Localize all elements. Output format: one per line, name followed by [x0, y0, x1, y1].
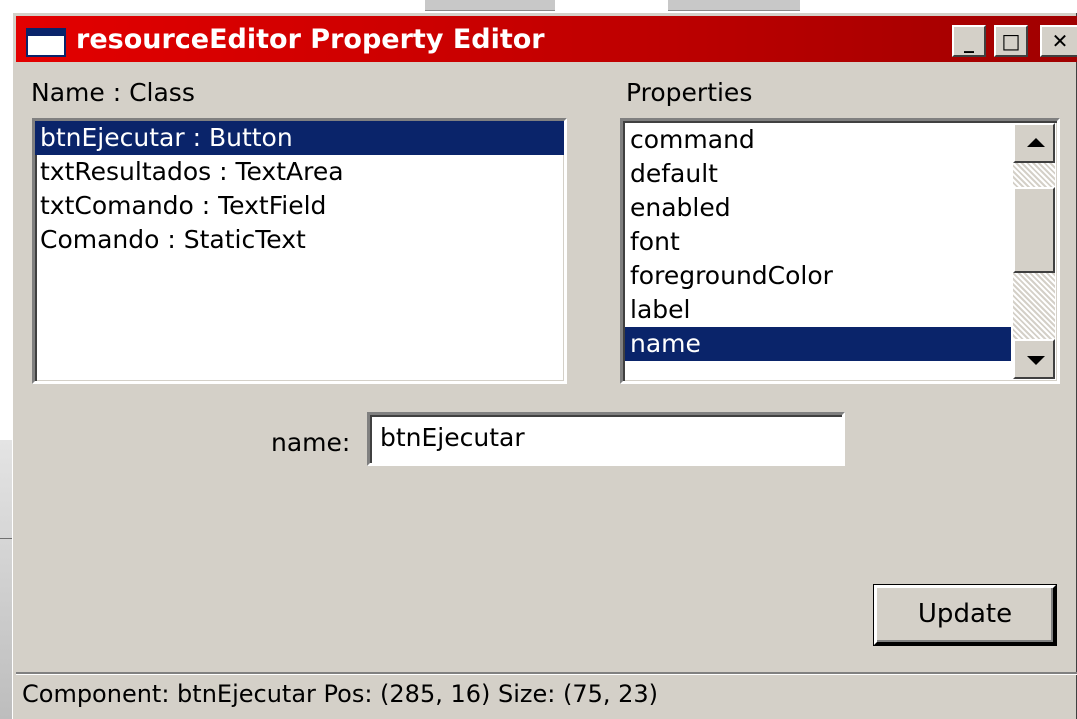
scroll-up-icon	[1027, 138, 1045, 147]
properties-list-item[interactable]: label	[625, 293, 1011, 327]
properties-list[interactable]: command default enabled font foregroundC…	[620, 118, 1060, 384]
title-bar[interactable]: resourceEditor Property Editor _ □ ✕	[16, 16, 1077, 62]
properties-scrollbar[interactable]	[1013, 123, 1055, 379]
scroll-up-button[interactable]	[1013, 123, 1055, 163]
scroll-down-button[interactable]	[1013, 339, 1055, 379]
components-list-item[interactable]: Comando : StaticText	[35, 223, 564, 257]
properties-header: Properties	[626, 78, 753, 107]
components-list-item[interactable]: txtComando : TextField	[35, 189, 564, 223]
background-divider	[0, 538, 12, 539]
components-header: Name : Class	[31, 78, 195, 107]
scroll-down-icon	[1027, 356, 1045, 365]
scroll-thumb[interactable]	[1013, 187, 1055, 273]
close-icon: ✕	[1051, 29, 1069, 53]
status-bar: Component: btnEjecutar Pos: (285, 16) Si…	[16, 672, 1077, 715]
properties-list-item[interactable]: font	[625, 225, 1011, 259]
window-icon[interactable]	[26, 28, 66, 57]
minimize-button[interactable]: _	[952, 25, 986, 57]
background-window-edge	[425, 0, 555, 11]
components-list-item[interactable]: txtResultados : TextArea	[35, 155, 564, 189]
maximize-icon: □	[1001, 29, 1021, 53]
properties-list-item[interactable]: default	[625, 157, 1011, 191]
properties-list-item[interactable]: enabled	[625, 191, 1011, 225]
properties-list-item[interactable]: name	[625, 327, 1011, 361]
property-editor-window: resourceEditor Property Editor _ □ ✕ Nam…	[12, 12, 1077, 719]
maximize-button[interactable]: □	[994, 25, 1028, 57]
update-button[interactable]: Update	[874, 585, 1056, 645]
components-list-item[interactable]: btnEjecutar : Button	[35, 121, 564, 155]
window-title: resourceEditor Property Editor	[76, 24, 545, 55]
components-list[interactable]: btnEjecutar : Button txtResultados : Tex…	[32, 118, 567, 384]
name-input[interactable]: btnEjecutar	[367, 412, 845, 466]
background-window-edge	[668, 0, 800, 11]
close-button[interactable]: ✕	[1040, 25, 1077, 57]
name-field-label: name:	[271, 428, 351, 457]
properties-list-item[interactable]: command	[625, 123, 1011, 157]
minimize-icon: _	[964, 29, 974, 53]
properties-list-item[interactable]: foregroundColor	[625, 259, 1011, 293]
